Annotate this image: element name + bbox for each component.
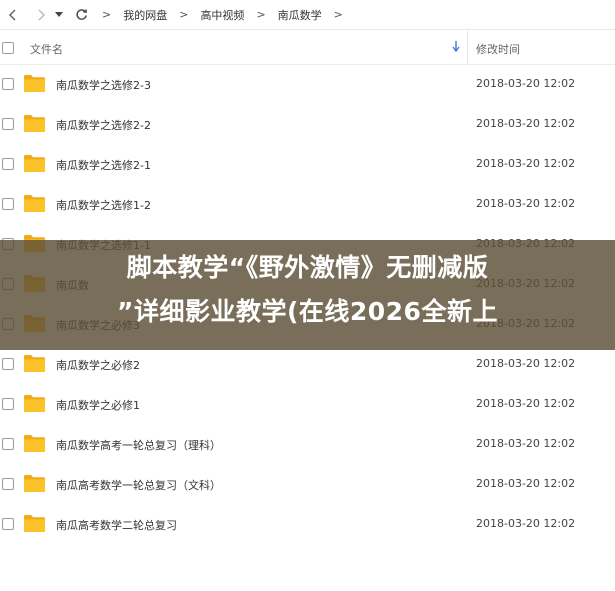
file-name[interactable]: 南瓜数学之选修2-2	[56, 117, 151, 133]
banner-text-line-1: 脚本教学“《野外激情》无删减版	[126, 253, 489, 282]
file-name[interactable]: 南瓜数学之必修1	[56, 397, 140, 413]
file-row[interactable]: 南瓜数学之选修2-3 2018-03-20 12:02	[0, 64, 615, 104]
row-checkbox[interactable]	[2, 398, 14, 410]
breadcrumb-separator: >	[179, 8, 189, 21]
row-checkbox[interactable]	[2, 118, 14, 130]
file-row[interactable]: 南瓜高考数学二轮总复习 2018-03-20 12:02	[0, 504, 615, 544]
file-modified-time: 2018-03-20 12:02	[476, 357, 576, 370]
folder-icon	[24, 355, 45, 372]
file-row[interactable]: 南瓜高考数学一轮总复习（文科） 2018-03-20 12:02	[0, 464, 615, 504]
row-checkbox[interactable]	[2, 198, 14, 210]
file-modified-time: 2018-03-20 12:02	[476, 197, 576, 210]
file-modified-time: 2018-03-20 12:02	[476, 517, 576, 530]
file-modified-time: 2018-03-20 12:02	[476, 437, 576, 450]
folder-icon	[24, 435, 45, 452]
column-header-modified-time[interactable]: 修改时间	[476, 41, 520, 57]
dropdown-caret-icon	[55, 11, 63, 17]
back-button[interactable]	[2, 4, 24, 26]
file-modified-time: 2018-03-20 12:02	[476, 477, 576, 490]
folder-icon	[24, 395, 45, 412]
breadcrumb: > 我的网盘 > 高中视频 > 南瓜数学 >	[102, 7, 355, 23]
forward-arrow-icon	[38, 8, 46, 21]
file-row[interactable]: 南瓜数学之选修1-2 2018-03-20 12:02	[0, 184, 615, 224]
breadcrumb-item-my-drive[interactable]: 我的网盘	[123, 7, 167, 23]
toolbar: > 我的网盘 > 高中视频 > 南瓜数学 >	[0, 0, 615, 30]
back-arrow-icon	[8, 8, 16, 21]
file-name[interactable]: 南瓜数学之选修1-2	[56, 197, 151, 213]
breadcrumb-separator: >	[102, 8, 112, 21]
file-row[interactable]: 南瓜数学高考一轮总复习（理科） 2018-03-20 12:02	[0, 424, 615, 464]
refresh-icon	[75, 9, 87, 20]
file-row[interactable]: 南瓜数学之必修1 2018-03-20 12:02	[0, 384, 615, 424]
breadcrumb-item-pumpkin-math[interactable]: 南瓜数学	[278, 7, 322, 23]
folder-icon	[24, 515, 45, 532]
file-name[interactable]: 南瓜数学高考一轮总复习（理科）	[56, 437, 221, 453]
overlay-banner: 脚本教学“《野外激情》无删减版 ”详细影业教学(在线2026全新上	[0, 240, 615, 350]
file-name[interactable]: 南瓜高考数学一轮总复习（文科）	[56, 477, 221, 493]
row-checkbox[interactable]	[2, 158, 14, 170]
file-name[interactable]: 南瓜高考数学二轮总复习	[56, 517, 177, 533]
breadcrumb-separator: >	[256, 8, 266, 21]
column-divider[interactable]	[467, 31, 468, 65]
folder-icon	[24, 475, 45, 492]
breadcrumb-separator: >	[333, 8, 343, 21]
file-name[interactable]: 南瓜数学之选修2-3	[56, 77, 151, 93]
file-name[interactable]: 南瓜数学之选修2-1	[56, 157, 151, 173]
file-row[interactable]: 南瓜数学之选修2-1 2018-03-20 12:02	[0, 144, 615, 184]
select-all-checkbox[interactable]	[2, 42, 14, 54]
history-dropdown-button[interactable]	[52, 4, 66, 26]
folder-icon	[24, 195, 45, 212]
folder-icon	[24, 115, 45, 132]
forward-button[interactable]	[30, 4, 52, 26]
breadcrumb-item-high-school-videos[interactable]: 高中视频	[200, 7, 244, 23]
file-row[interactable]: 南瓜数学之必修2 2018-03-20 12:02	[0, 344, 615, 384]
banner-text-line-2: ”详细影业教学(在线2026全新上	[117, 297, 498, 326]
row-checkbox[interactable]	[2, 478, 14, 490]
file-modified-time: 2018-03-20 12:02	[476, 117, 576, 130]
folder-icon	[24, 155, 45, 172]
row-checkbox[interactable]	[2, 78, 14, 90]
folder-icon	[24, 75, 45, 92]
file-name[interactable]: 南瓜数学之必修2	[56, 357, 140, 373]
row-checkbox[interactable]	[2, 518, 14, 530]
refresh-button[interactable]	[70, 4, 92, 26]
file-modified-time: 2018-03-20 12:02	[476, 397, 576, 410]
file-modified-time: 2018-03-20 12:02	[476, 157, 576, 170]
row-checkbox[interactable]	[2, 438, 14, 450]
file-modified-time: 2018-03-20 12:02	[476, 77, 576, 90]
file-list-header: 文件名 修改时间	[0, 31, 615, 65]
file-row[interactable]: 南瓜数学之选修2-2 2018-03-20 12:02	[0, 104, 615, 144]
sort-down-arrow-icon[interactable]	[452, 41, 460, 55]
row-checkbox[interactable]	[2, 358, 14, 370]
column-header-filename[interactable]: 文件名	[30, 41, 63, 57]
